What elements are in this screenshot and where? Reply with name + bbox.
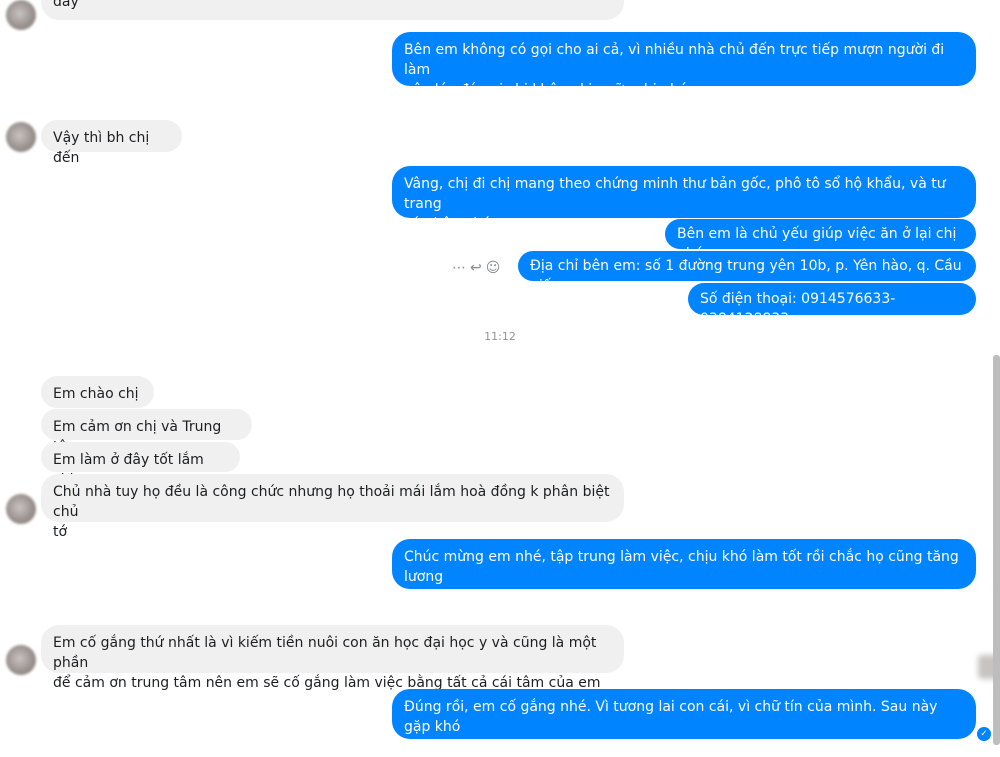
message-incoming[interactable]: Em cố gắng thứ nhất là vì kiếm tiền nuôi… bbox=[41, 625, 624, 691]
scrollbar[interactable] bbox=[993, 355, 1000, 745]
message-incoming[interactable]: đây bbox=[41, 0, 624, 20]
message-outgoing[interactable]: Đúng rồi, em cố gắng nhé. Vì tương lai c… bbox=[392, 689, 976, 755]
message-outgoing[interactable]: Số điện thoại: 0914576633- 0384128833 bbox=[688, 283, 976, 327]
message-outgoing[interactable]: Chúc mừng em nhé, tập trung làm việc, ch… bbox=[392, 539, 976, 589]
reply-icon[interactable]: ↩ bbox=[470, 260, 482, 276]
message-incoming[interactable]: Vậy thì bh chị đến bbox=[41, 120, 182, 166]
message-outgoing[interactable]: Bên em là chủ yếu giúp việc ăn ở lại chị… bbox=[665, 219, 976, 262]
message-outgoing[interactable]: Bên em không có gọi cho ai cả, vì nhiều … bbox=[392, 32, 976, 98]
message-outgoing[interactable]: Địa chỉ bên em: số 1 đường trung yên 10b… bbox=[518, 251, 976, 294]
seen-check-icon: ✓ bbox=[977, 727, 991, 741]
message-actions: ⋯ ↩ ☺ bbox=[452, 258, 500, 278]
message-incoming[interactable]: Em chào chị ạ bbox=[41, 376, 154, 422]
message-incoming[interactable]: Em cảm ơn chị và Trung tâm bbox=[41, 409, 252, 455]
avatar[interactable] bbox=[6, 122, 36, 152]
message-incoming[interactable]: Em làm ở đây tốt lắm chị ạ bbox=[41, 442, 240, 488]
message-timestamp: 11:12 bbox=[484, 330, 516, 343]
avatar[interactable] bbox=[6, 494, 36, 524]
message-incoming[interactable]: Chủ nhà tuy họ đều là công chức nhưng họ… bbox=[41, 474, 624, 540]
more-icon[interactable]: ⋯ bbox=[452, 260, 466, 276]
emoji-icon[interactable]: ☺ bbox=[486, 260, 501, 276]
avatar[interactable] bbox=[6, 0, 36, 30]
message-outgoing[interactable]: Vâng, chị đi chị mang theo chứng minh th… bbox=[392, 166, 976, 232]
avatar[interactable] bbox=[6, 645, 36, 675]
